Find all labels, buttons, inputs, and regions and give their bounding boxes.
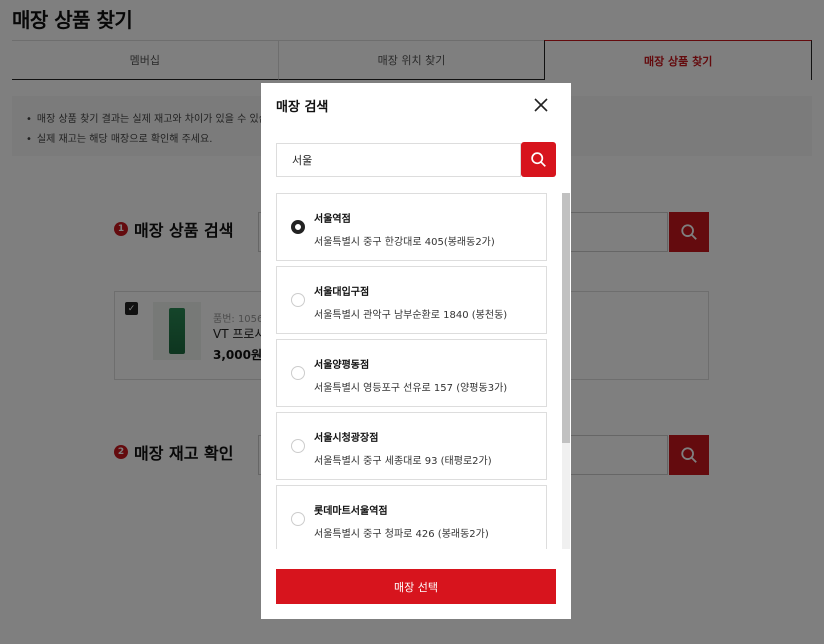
store-search-button[interactable]: [521, 142, 556, 177]
scrollbar-thumb[interactable]: [562, 193, 570, 443]
store-radio[interactable]: [291, 220, 305, 234]
store-address: 서울특별시 영등포구 선유로 157 (양평동3가): [314, 383, 508, 394]
store-list[interactable]: 서울역점 서울특별시 중구 한강대로 405(봉래동2가) 서울대입구점 서울특…: [276, 193, 547, 549]
store-radio[interactable]: [291, 512, 305, 526]
store-search-input[interactable]: [276, 143, 521, 177]
store-item[interactable]: 서울양평동점 서울특별시 영등포구 선유로 157 (양평동3가): [276, 339, 547, 407]
store-address: 서울특별시 중구 한강대로 405(봉래동2가): [314, 237, 495, 248]
store-address: 서울특별시 중구 청파로 426 (봉래동2가): [314, 529, 489, 540]
store-name: 서울양평동점: [314, 360, 370, 371]
store-radio[interactable]: [291, 366, 305, 380]
store-search-modal: 매장 검색 서울역점 서울특별시 중구 한강대로 405(봉래동2가) 서울대입…: [261, 83, 571, 619]
store-item[interactable]: 서울시청광장점 서울특별시 중구 세종대로 93 (태평로2가): [276, 412, 547, 480]
store-list-scrollbar[interactable]: [562, 193, 570, 549]
store-name: 서울대입구점: [314, 287, 370, 298]
store-address: 서울특별시 중구 세종대로 93 (태평로2가): [314, 456, 492, 467]
close-button[interactable]: [531, 95, 551, 115]
modal-title: 매장 검색: [276, 100, 329, 115]
store-radio[interactable]: [291, 439, 305, 453]
store-name: 서울시청광장점: [314, 433, 379, 444]
store-item[interactable]: 서울역점 서울특별시 중구 한강대로 405(봉래동2가): [276, 193, 547, 261]
store-name: 서울역점: [314, 214, 351, 225]
store-radio[interactable]: [291, 293, 305, 307]
select-store-button[interactable]: 매장 선택: [276, 569, 556, 604]
store-item[interactable]: 서울대입구점 서울특별시 관악구 남부순환로 1840 (봉천동): [276, 266, 547, 334]
store-name: 롯데마트서울역점: [314, 506, 388, 517]
search-icon: [531, 152, 546, 167]
store-address: 서울특별시 관악구 남부순환로 1840 (봉천동): [314, 310, 508, 321]
close-icon: [534, 98, 548, 112]
store-item[interactable]: 롯데마트서울역점 서울특별시 중구 청파로 426 (봉래동2가): [276, 485, 547, 549]
